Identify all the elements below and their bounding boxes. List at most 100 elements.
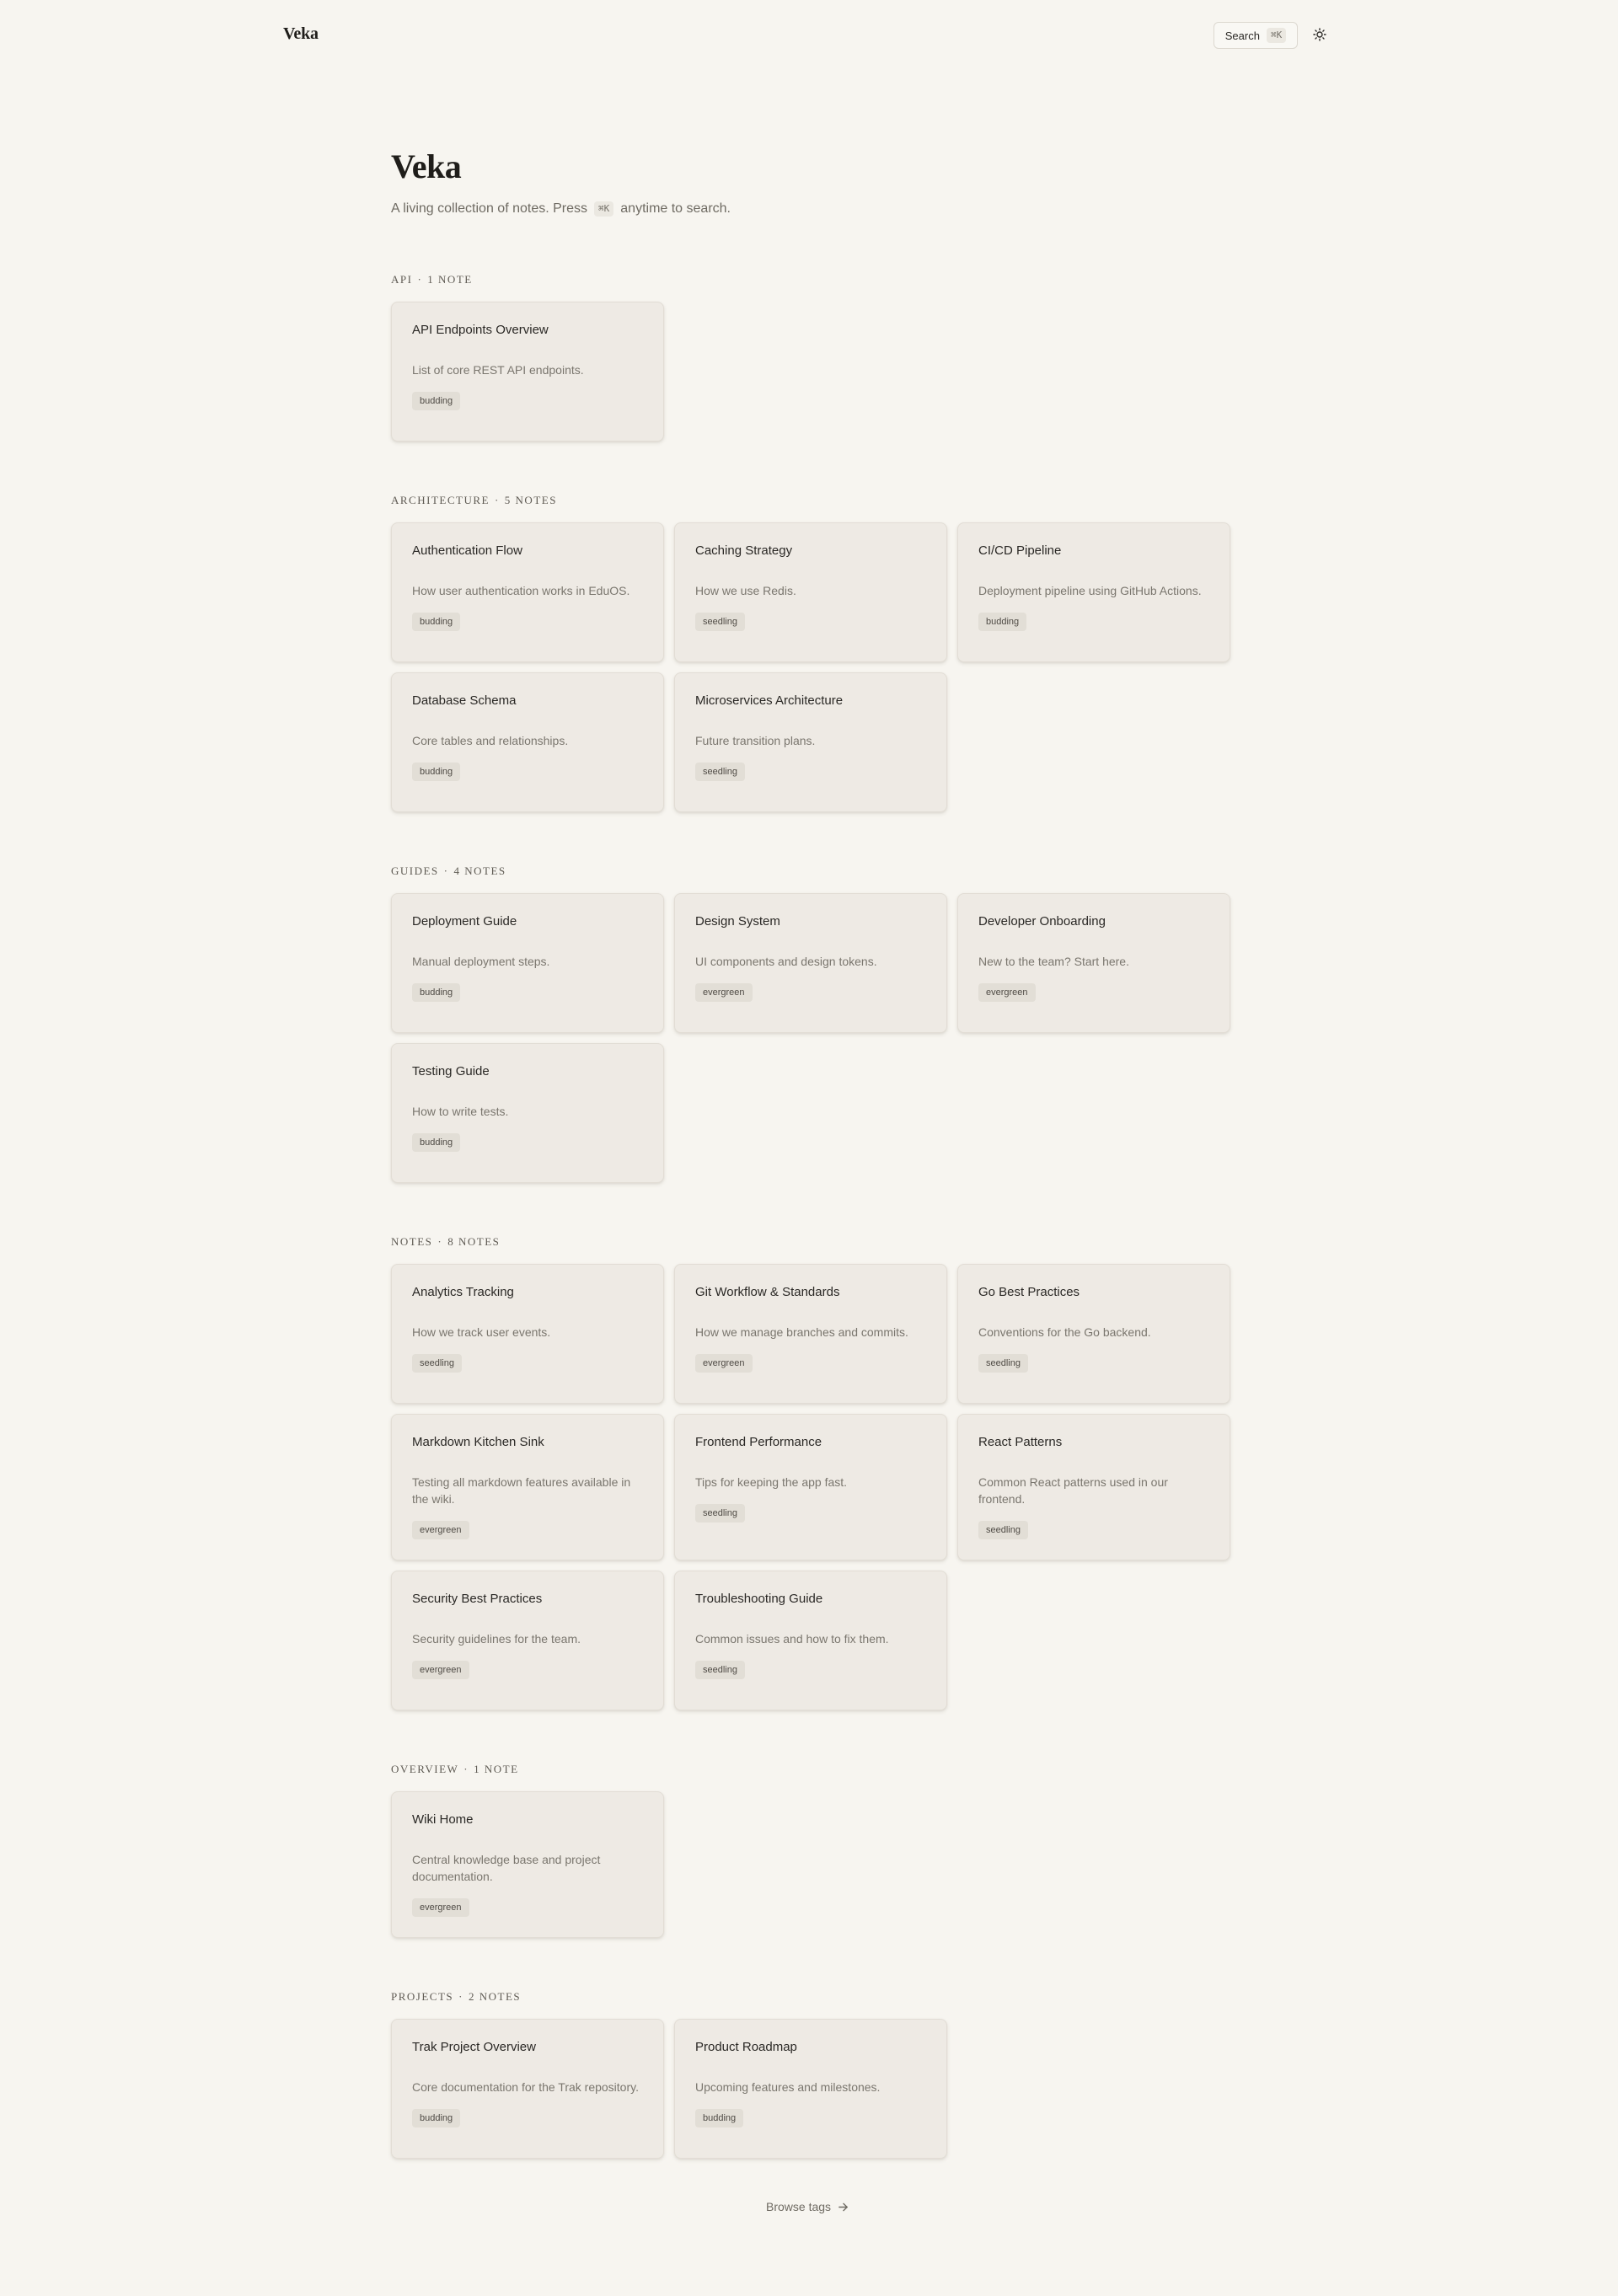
group-count: 4 NOTES bbox=[453, 864, 506, 877]
note-card[interactable]: Authentication Flow How user authenticati… bbox=[391, 522, 664, 662]
subtitle-text-after: anytime to search. bbox=[620, 201, 731, 216]
note-title: Go Best Practices bbox=[978, 1285, 1080, 1299]
note-description: How to write tests. bbox=[412, 1105, 509, 1118]
note-card-grid: Analytics Tracking How we track user even… bbox=[391, 1264, 1234, 1710]
note-description: How we track user events. bbox=[412, 1325, 551, 1339]
note-status-badge: budding bbox=[412, 2109, 461, 2127]
note-title: Wiki Home bbox=[412, 1812, 474, 1827]
note-status-badge: seedling bbox=[695, 613, 745, 631]
note-title: Markdown Kitchen Sink bbox=[412, 1435, 544, 1449]
note-card-grid: Deployment Guide Manual deployment steps.… bbox=[391, 893, 1234, 1183]
note-description: How user authentication works in EduOS. bbox=[412, 584, 630, 597]
note-card-grid: Trak Project Overview Core documentation … bbox=[391, 2019, 1234, 2159]
note-card-grid: API Endpoints Overview List of core REST … bbox=[391, 302, 1234, 442]
note-title: Security Best Practices bbox=[412, 1592, 543, 1606]
note-card[interactable]: Troubleshooting Guide Common issues and h… bbox=[674, 1571, 947, 1710]
note-title: React Patterns bbox=[978, 1435, 1063, 1449]
note-card[interactable]: React Patterns Common React patterns used… bbox=[957, 1414, 1230, 1560]
note-description: Central knowledge base and project docum… bbox=[412, 1853, 601, 1883]
note-title: CI/CD Pipeline bbox=[978, 543, 1062, 558]
note-card[interactable]: Git Workflow & Standards How we manage br… bbox=[674, 1264, 947, 1404]
note-card[interactable]: Go Best Practices Conventions for the Go … bbox=[957, 1264, 1230, 1404]
note-description: Conventions for the Go backend. bbox=[978, 1325, 1151, 1339]
group-header: ARCHITECTURE · 5 NOTES bbox=[391, 492, 1234, 509]
note-status-badge: budding bbox=[412, 613, 461, 631]
note-status-badge: budding bbox=[978, 613, 1027, 631]
brand-logo[interactable]: Veka bbox=[283, 24, 319, 44]
group-name: API bbox=[391, 273, 413, 286]
note-title: Microservices Architecture bbox=[695, 693, 844, 708]
note-title: Analytics Tracking bbox=[412, 1285, 514, 1299]
note-title: API Endpoints Overview bbox=[412, 323, 549, 337]
note-card[interactable]: Microservices Architecture Future transit… bbox=[674, 672, 947, 812]
search-button[interactable]: Search ⌘K bbox=[1214, 22, 1298, 49]
note-description: New to the team? Start here. bbox=[978, 955, 1129, 968]
note-card[interactable]: Product Roadmap Upcoming features and mil… bbox=[674, 2019, 947, 2159]
note-status-badge: seedling bbox=[412, 1354, 462, 1373]
note-group-api: API · 1 NOTE API Endpoints Overview List of … bbox=[391, 271, 1234, 442]
note-card[interactable]: Frontend Performance Tips for keeping the… bbox=[674, 1414, 947, 1560]
main-content: Veka A living collection of notes. Press… bbox=[391, 143, 1234, 2209]
note-title: Design System bbox=[695, 914, 780, 929]
note-card[interactable]: Testing Guide How to write tests. budding bbox=[391, 1043, 664, 1183]
sun-icon bbox=[1313, 28, 1326, 41]
note-card[interactable]: Security Best Practices Security guidelin… bbox=[391, 1571, 664, 1710]
note-card[interactable]: Trak Project Overview Core documentation … bbox=[391, 2019, 664, 2159]
note-card[interactable]: Analytics Tracking How we track user even… bbox=[391, 1264, 664, 1404]
note-description: Future transition plans. bbox=[695, 734, 816, 747]
note-status-badge: seedling bbox=[978, 1354, 1028, 1373]
note-status-badge: seedling bbox=[978, 1521, 1028, 1539]
group-separator: · bbox=[463, 1763, 469, 1775]
group-count: 1 NOTE bbox=[427, 273, 473, 286]
note-card[interactable]: Developer Onboarding New to the team? Sta… bbox=[957, 893, 1230, 1033]
note-description: Testing all markdown features available … bbox=[412, 1475, 631, 1506]
note-card[interactable]: CI/CD Pipeline Deployment pipeline using … bbox=[957, 522, 1230, 662]
page-subtitle: A living collection of notes. Press ⌘K a… bbox=[391, 199, 1234, 219]
note-description: Tips for keeping the app fast. bbox=[695, 1475, 848, 1489]
note-title: Caching Strategy bbox=[695, 543, 793, 558]
note-status-badge: budding bbox=[412, 983, 461, 1002]
note-status-badge: seedling bbox=[695, 763, 745, 781]
note-group-projects: PROJECTS · 2 NOTES Trak Project Overview Cor… bbox=[391, 1988, 1234, 2159]
group-count: 8 NOTES bbox=[447, 1235, 501, 1248]
note-description: UI components and design tokens. bbox=[695, 955, 877, 968]
group-name: ARCHITECTURE bbox=[391, 494, 490, 506]
note-card[interactable]: Caching Strategy How we use Redis. seedlin… bbox=[674, 522, 947, 662]
group-header: GUIDES · 4 NOTES bbox=[391, 863, 1234, 880]
note-card[interactable]: Markdown Kitchen Sink Testing all markdow… bbox=[391, 1414, 664, 1560]
note-title: Developer Onboarding bbox=[978, 914, 1106, 929]
group-separator: · bbox=[458, 1990, 463, 2003]
note-title: Authentication Flow bbox=[412, 543, 522, 558]
note-card[interactable]: Database Schema Core tables and relations… bbox=[391, 672, 664, 812]
theme-toggle-button[interactable] bbox=[1310, 24, 1330, 45]
note-description: Deployment pipeline using GitHub Actions… bbox=[978, 584, 1202, 597]
note-description: List of core REST API endpoints. bbox=[412, 363, 584, 377]
note-group-overview: OVERVIEW · 1 NOTE Wiki Home Central knowledg… bbox=[391, 1761, 1234, 1938]
note-status-badge: evergreen bbox=[412, 1521, 469, 1539]
note-card[interactable]: Deployment Guide Manual deployment steps.… bbox=[391, 893, 664, 1033]
arrow-right-icon bbox=[838, 2202, 848, 2211]
group-name: PROJECTS bbox=[391, 1990, 454, 2003]
note-card[interactable]: Design System UI components and design to… bbox=[674, 893, 947, 1033]
group-name: OVERVIEW bbox=[391, 1763, 459, 1775]
group-separator: · bbox=[443, 864, 449, 877]
group-header: NOTES · 8 NOTES bbox=[391, 1234, 1234, 1250]
note-title: Product Roadmap bbox=[695, 2040, 797, 2054]
page-title: Veka bbox=[391, 147, 462, 185]
browse-tags-label: Browse tags bbox=[766, 2200, 832, 2213]
group-separator: · bbox=[417, 273, 423, 286]
note-description: How we manage branches and commits. bbox=[695, 1325, 908, 1339]
note-group-notes: NOTES · 8 NOTES Analytics Tracking How we tr… bbox=[391, 1234, 1234, 1710]
note-description: Common issues and how to fix them. bbox=[695, 1632, 889, 1646]
group-header: API · 1 NOTE bbox=[391, 271, 1234, 288]
browse-tags-link[interactable]: Browse tags bbox=[766, 2197, 849, 2217]
search-shortcut-badge: ⌘K bbox=[1266, 28, 1287, 43]
note-status-badge: evergreen bbox=[695, 1354, 753, 1373]
group-count: 5 NOTES bbox=[504, 494, 557, 506]
note-card[interactable]: Wiki Home Central knowledge base and proj… bbox=[391, 1791, 664, 1938]
note-status-badge: evergreen bbox=[978, 983, 1036, 1002]
note-description: Common React patterns used in our fronte… bbox=[978, 1475, 1168, 1506]
note-description: How we use Redis. bbox=[695, 584, 796, 597]
note-description: Core tables and relationships. bbox=[412, 734, 569, 747]
note-card[interactable]: API Endpoints Overview List of core REST … bbox=[391, 302, 664, 442]
